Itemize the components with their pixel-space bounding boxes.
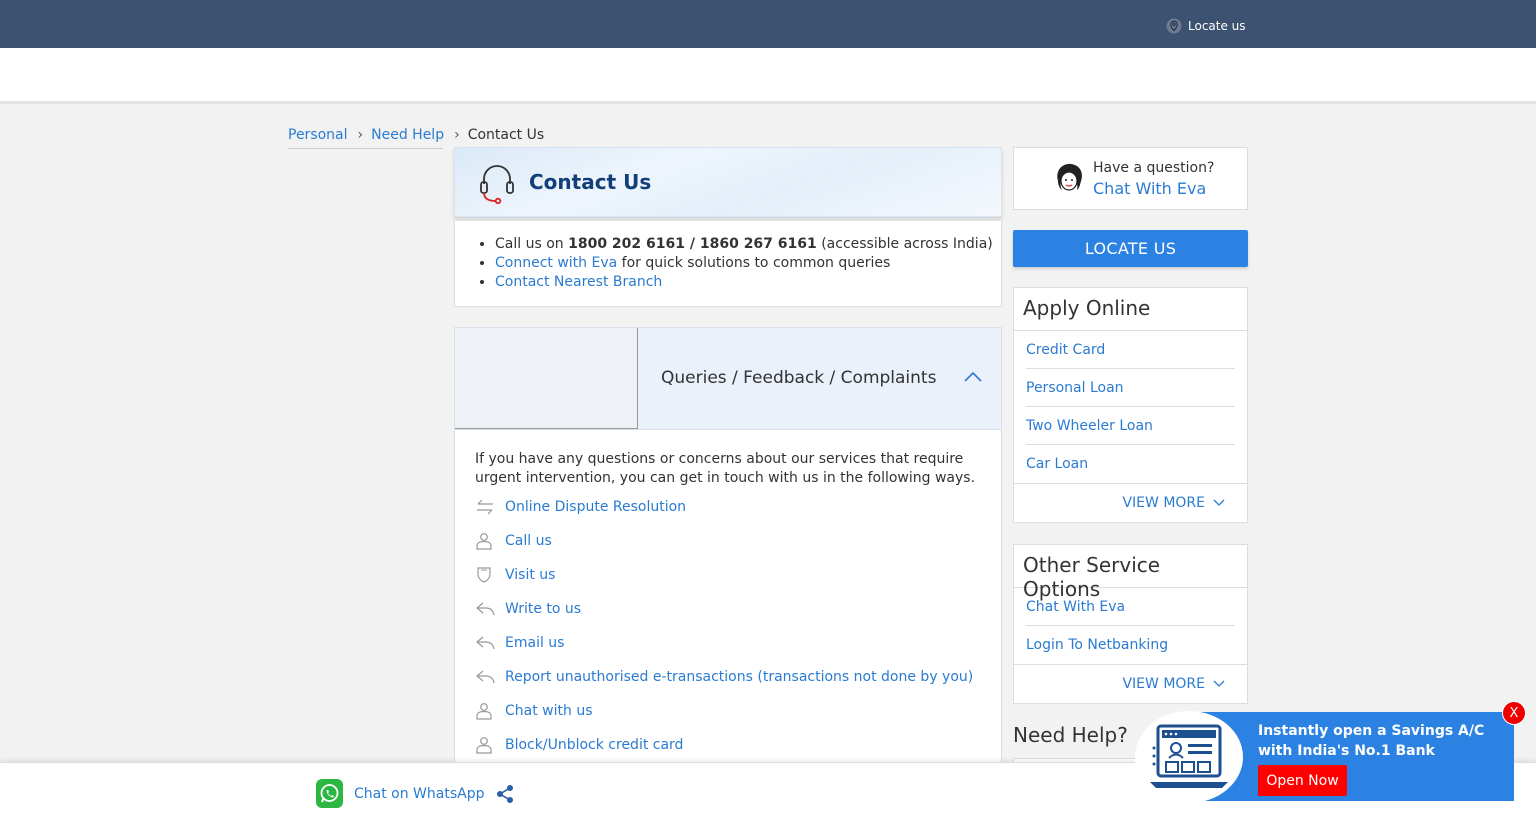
laptop-account-icon <box>1150 724 1228 788</box>
queries-accordion-body: If you have any questions or concerns ab… <box>454 430 1002 770</box>
services-view-more[interactable]: VIEW MORE <box>1014 664 1247 702</box>
option-chat-with-us[interactable]: Chat with us <box>475 702 593 720</box>
connect-eva-link[interactable]: Connect with Eva <box>495 255 617 271</box>
reply-icon <box>476 670 495 684</box>
contact-methods-list: Call us on 1800 202 6161 / 1860 267 6161… <box>454 220 1002 307</box>
page-title: Contact Us <box>529 170 652 194</box>
arrows-exchange-icon <box>477 499 493 515</box>
queries-accordion-header[interactable]: Queries / Feedback / Complaints <box>454 327 1002 430</box>
chevron-down-icon <box>1213 499 1225 506</box>
chat-on-whatsapp-link[interactable]: Chat on WhatsApp <box>316 779 484 808</box>
option-online-dispute-resolution[interactable]: Online Dispute Resolution <box>475 498 686 516</box>
list-item: Contact Nearest Branch <box>495 273 1001 292</box>
phone-numbers: 1800 202 6161 / 1860 267 6161 <box>568 236 817 252</box>
contact-us-header: Contact Us <box>454 147 1002 217</box>
person-icon <box>476 737 492 754</box>
locate-us-button[interactable]: LOCATE US <box>1013 230 1248 267</box>
person-icon <box>476 703 492 720</box>
option-label: Call us <box>505 533 552 549</box>
person-icon <box>476 533 492 550</box>
call-prefix: Call us on <box>495 236 569 252</box>
option-label: Write to us <box>505 601 582 617</box>
promo-text: Instantly open a Savings A/C with India'… <box>1258 723 1485 759</box>
chevron-down-icon <box>1213 680 1225 687</box>
call-suffix: (accessible across India) <box>816 236 993 252</box>
shield-icon <box>477 567 491 583</box>
top-bar <box>0 0 1536 48</box>
need-help-heading: Need Help? <box>1013 723 1128 747</box>
other-services-title: Other Service Options <box>1014 545 1247 601</box>
option-report-unauthorised[interactable]: Report unauthorised e-transactions (tran… <box>475 668 973 686</box>
breadcrumb-need-help[interactable]: Need Help <box>371 127 444 143</box>
option-call-us[interactable]: Call us <box>475 532 552 550</box>
option-write-to-us[interactable]: Write to us <box>475 600 581 618</box>
chat-with-eva-link[interactable]: Chat With Eva <box>1093 179 1206 198</box>
apply-view-more[interactable]: VIEW MORE <box>1014 483 1247 521</box>
other-services-card: Other Service Options Chat With Eva Logi… <box>1013 544 1248 704</box>
option-label: Visit us <box>505 567 556 583</box>
option-label: Online Dispute Resolution <box>505 499 687 515</box>
option-block-unblock-card[interactable]: Block/Unblock credit card <box>475 736 683 754</box>
breadcrumb-current: Contact Us <box>467 127 545 143</box>
chevron-up-icon[interactable] <box>963 370 983 384</box>
main-nav-bar <box>0 48 1536 104</box>
map-pin-icon <box>1166 18 1182 34</box>
queries-intro: If you have any questions or concerns ab… <box>475 451 976 486</box>
apply-personal-loan[interactable]: Personal Loan <box>1026 369 1235 407</box>
option-label: Chat with us <box>505 703 593 719</box>
eva-chat-box: Have a question? Chat With Eva <box>1013 147 1248 210</box>
service-login-netbanking[interactable]: Login To Netbanking <box>1026 626 1235 664</box>
reply-icon <box>476 636 495 650</box>
list-item: Call us on 1800 202 6161 / 1860 267 6161… <box>495 235 1001 254</box>
whatsapp-label: Chat on WhatsApp <box>354 785 485 802</box>
share-icon[interactable] <box>495 784 515 804</box>
apply-car-loan[interactable]: Car Loan <box>1026 445 1235 483</box>
breadcrumb-personal[interactable]: Personal <box>288 127 348 143</box>
view-more-label: VIEW MORE <box>1122 494 1205 511</box>
service-chat-with-eva[interactable]: Chat With Eva <box>1026 588 1235 626</box>
eva-suffix: for quick solutions to common queries <box>617 255 891 271</box>
accordion-title: Queries / Feedback / Complaints <box>661 368 937 388</box>
chevron-right-icon: › <box>357 127 364 143</box>
headset-icon <box>480 165 514 204</box>
option-label: Email us <box>505 635 565 651</box>
eva-avatar-icon <box>1057 163 1082 191</box>
list-item: Connect with Eva for quick solutions to … <box>495 254 1001 273</box>
locate-us-link[interactable]: Locate us <box>1166 18 1246 34</box>
chevron-right-icon: › <box>454 127 460 143</box>
view-more-label: VIEW MORE <box>1122 675 1205 692</box>
accordion-image-placeholder <box>455 328 638 429</box>
eva-question: Have a question? <box>1093 160 1215 176</box>
breadcrumb: Personal › Need Help › Contact Us <box>288 122 544 149</box>
option-label: Report unauthorised e-transactions (tran… <box>505 669 974 685</box>
nearest-branch-link[interactable]: Contact Nearest Branch <box>495 274 662 290</box>
promo-close-button[interactable]: X <box>1502 701 1526 725</box>
apply-credit-card[interactable]: Credit Card <box>1026 331 1235 369</box>
apply-two-wheeler-loan[interactable]: Two Wheeler Loan <box>1026 407 1235 445</box>
apply-online-title: Apply Online <box>1014 288 1247 331</box>
locate-us-label: Locate us <box>1188 19 1246 33</box>
option-email-us[interactable]: Email us <box>475 634 564 652</box>
open-now-button[interactable]: Open Now <box>1258 765 1347 796</box>
option-label: Block/Unblock credit card <box>505 737 684 753</box>
option-visit-us[interactable]: Visit us <box>475 566 555 584</box>
whatsapp-icon <box>316 779 343 808</box>
apply-online-card: Apply Online Credit Card Personal Loan T… <box>1013 287 1248 523</box>
reply-icon <box>476 602 495 616</box>
